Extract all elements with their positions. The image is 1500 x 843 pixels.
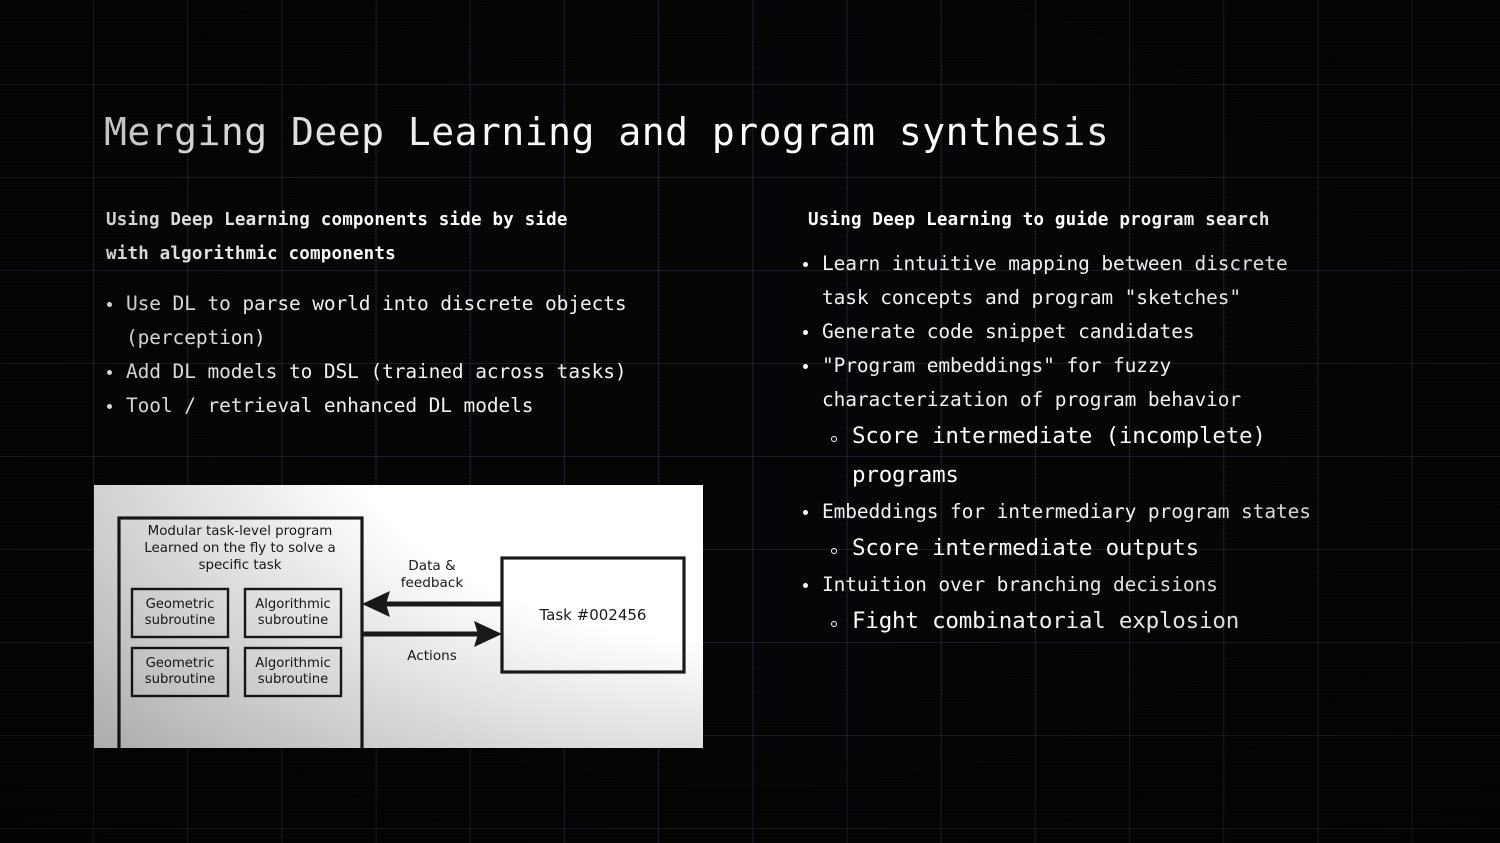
sub-bullet-line2: programs bbox=[852, 462, 959, 489]
sub-bullet-line1: Score intermediate (incomplete) bbox=[852, 423, 1266, 450]
subroutine-label-line2: subroutine bbox=[258, 672, 328, 687]
list-item: "Program embeddings" for fuzzy character… bbox=[800, 349, 1440, 417]
sub-bullet-list: Fight combinatorial explosion bbox=[800, 602, 1440, 641]
bullet-line1: Learn intuitive mapping between discrete bbox=[822, 252, 1288, 276]
bullet-dot-icon bbox=[107, 370, 112, 376]
program-caption-line1: Modular task-level program bbox=[148, 524, 333, 539]
hollow-circle-icon bbox=[831, 548, 837, 555]
subroutine-label-line1: Algorithmic bbox=[255, 656, 331, 671]
list-item: Add DL models to DSL (trained across tas… bbox=[104, 355, 729, 389]
bullet-line2: characterization of program behavior bbox=[822, 388, 1242, 412]
bullet-line1: Embeddings for intermediary program stat… bbox=[822, 500, 1311, 524]
left-column-heading-line2: with algorithmic components bbox=[106, 244, 396, 265]
feedback-arrow-label-line2: feedback bbox=[401, 575, 464, 591]
hollow-circle-icon bbox=[831, 621, 837, 628]
actions-arrow-label: Actions bbox=[407, 648, 457, 664]
right-column-bullet-list: Learn intuitive mapping between discrete… bbox=[800, 247, 1440, 641]
subroutine-label-line2: subroutine bbox=[258, 613, 328, 628]
bullet-line1: Generate code snippet candidates bbox=[822, 320, 1195, 344]
bullet-line1: Add DL models to DSL (trained across tas… bbox=[126, 360, 627, 384]
right-column: Using Deep Learning to guide program sea… bbox=[800, 203, 1440, 641]
sub-list-item: Score intermediate outputs bbox=[800, 529, 1440, 568]
architecture-diagram-panel: Modular task-level program Learned on th… bbox=[94, 485, 703, 748]
subroutine-label-line1: Geometric bbox=[146, 656, 215, 671]
bullet-line2: (perception) bbox=[126, 326, 266, 350]
task-box-label: Task #002456 bbox=[539, 606, 647, 624]
list-item: Tool / retrieval enhanced DL models bbox=[104, 389, 729, 423]
sub-bullet-line1: Fight combinatorial explosion bbox=[852, 608, 1240, 635]
sub-bullet-list: Score intermediate outputs bbox=[800, 529, 1440, 568]
left-column: Using Deep Learning components side by s… bbox=[104, 203, 729, 423]
list-item: Learn intuitive mapping between discrete… bbox=[800, 247, 1440, 315]
subroutine-label-line1: Geometric bbox=[146, 597, 215, 612]
bullet-line1: "Program embeddings" for fuzzy bbox=[822, 354, 1172, 378]
left-column-heading: Using Deep Learning components side by s… bbox=[106, 203, 729, 271]
feedback-arrow-head-icon bbox=[362, 591, 390, 617]
sub-bullet-list: Score intermediate (incomplete) programs bbox=[800, 417, 1440, 495]
subroutine-label-line1: Algorithmic bbox=[255, 597, 331, 612]
bullet-dot-icon bbox=[803, 330, 808, 336]
subroutine-label-line2: subroutine bbox=[145, 672, 215, 687]
bullet-dot-icon bbox=[803, 262, 808, 268]
bullet-line1: Use DL to parse world into discrete obje… bbox=[126, 292, 627, 316]
program-caption-line2: Learned on the fly to solve a bbox=[144, 541, 335, 556]
subroutine-label-line2: subroutine bbox=[145, 613, 215, 628]
bullet-line1: Tool / retrieval enhanced DL models bbox=[126, 394, 534, 418]
left-column-heading-line1: Using Deep Learning components side by s… bbox=[106, 210, 568, 230]
right-column-heading: Using Deep Learning to guide program sea… bbox=[808, 210, 1270, 230]
list-item: Embeddings for intermediary program stat… bbox=[800, 495, 1440, 529]
sub-bullet-line1: Score intermediate outputs bbox=[852, 535, 1199, 562]
hollow-circle-icon bbox=[831, 436, 837, 443]
page-title: Merging Deep Learning and program synthe… bbox=[104, 110, 1110, 154]
slide-canvas: Merging Deep Learning and program synthe… bbox=[0, 0, 1500, 843]
left-column-bullet-list: Use DL to parse world into discrete obje… bbox=[104, 287, 729, 423]
sub-list-item: Score intermediate (incomplete) programs bbox=[800, 417, 1440, 495]
list-item: Generate code snippet candidates bbox=[800, 315, 1440, 349]
sub-list-item: Fight combinatorial explosion bbox=[800, 602, 1440, 641]
bullet-dot-icon bbox=[803, 364, 808, 370]
list-item: Use DL to parse world into discrete obje… bbox=[104, 287, 729, 355]
bullet-line2: task concepts and program "sketches" bbox=[822, 286, 1242, 310]
bullet-dot-icon bbox=[107, 302, 112, 308]
bullet-line1: Intuition over branching decisions bbox=[822, 573, 1218, 597]
list-item: Intuition over branching decisions bbox=[800, 568, 1440, 602]
bullet-dot-icon bbox=[107, 404, 112, 410]
feedback-arrow-label-line1: Data & bbox=[408, 558, 456, 574]
bullet-dot-icon bbox=[803, 510, 808, 516]
bullet-dot-icon bbox=[803, 583, 808, 589]
architecture-diagram: Modular task-level program Learned on th… bbox=[117, 516, 686, 748]
actions-arrow-head-icon bbox=[474, 621, 502, 647]
program-caption-line3: specific task bbox=[198, 558, 281, 573]
